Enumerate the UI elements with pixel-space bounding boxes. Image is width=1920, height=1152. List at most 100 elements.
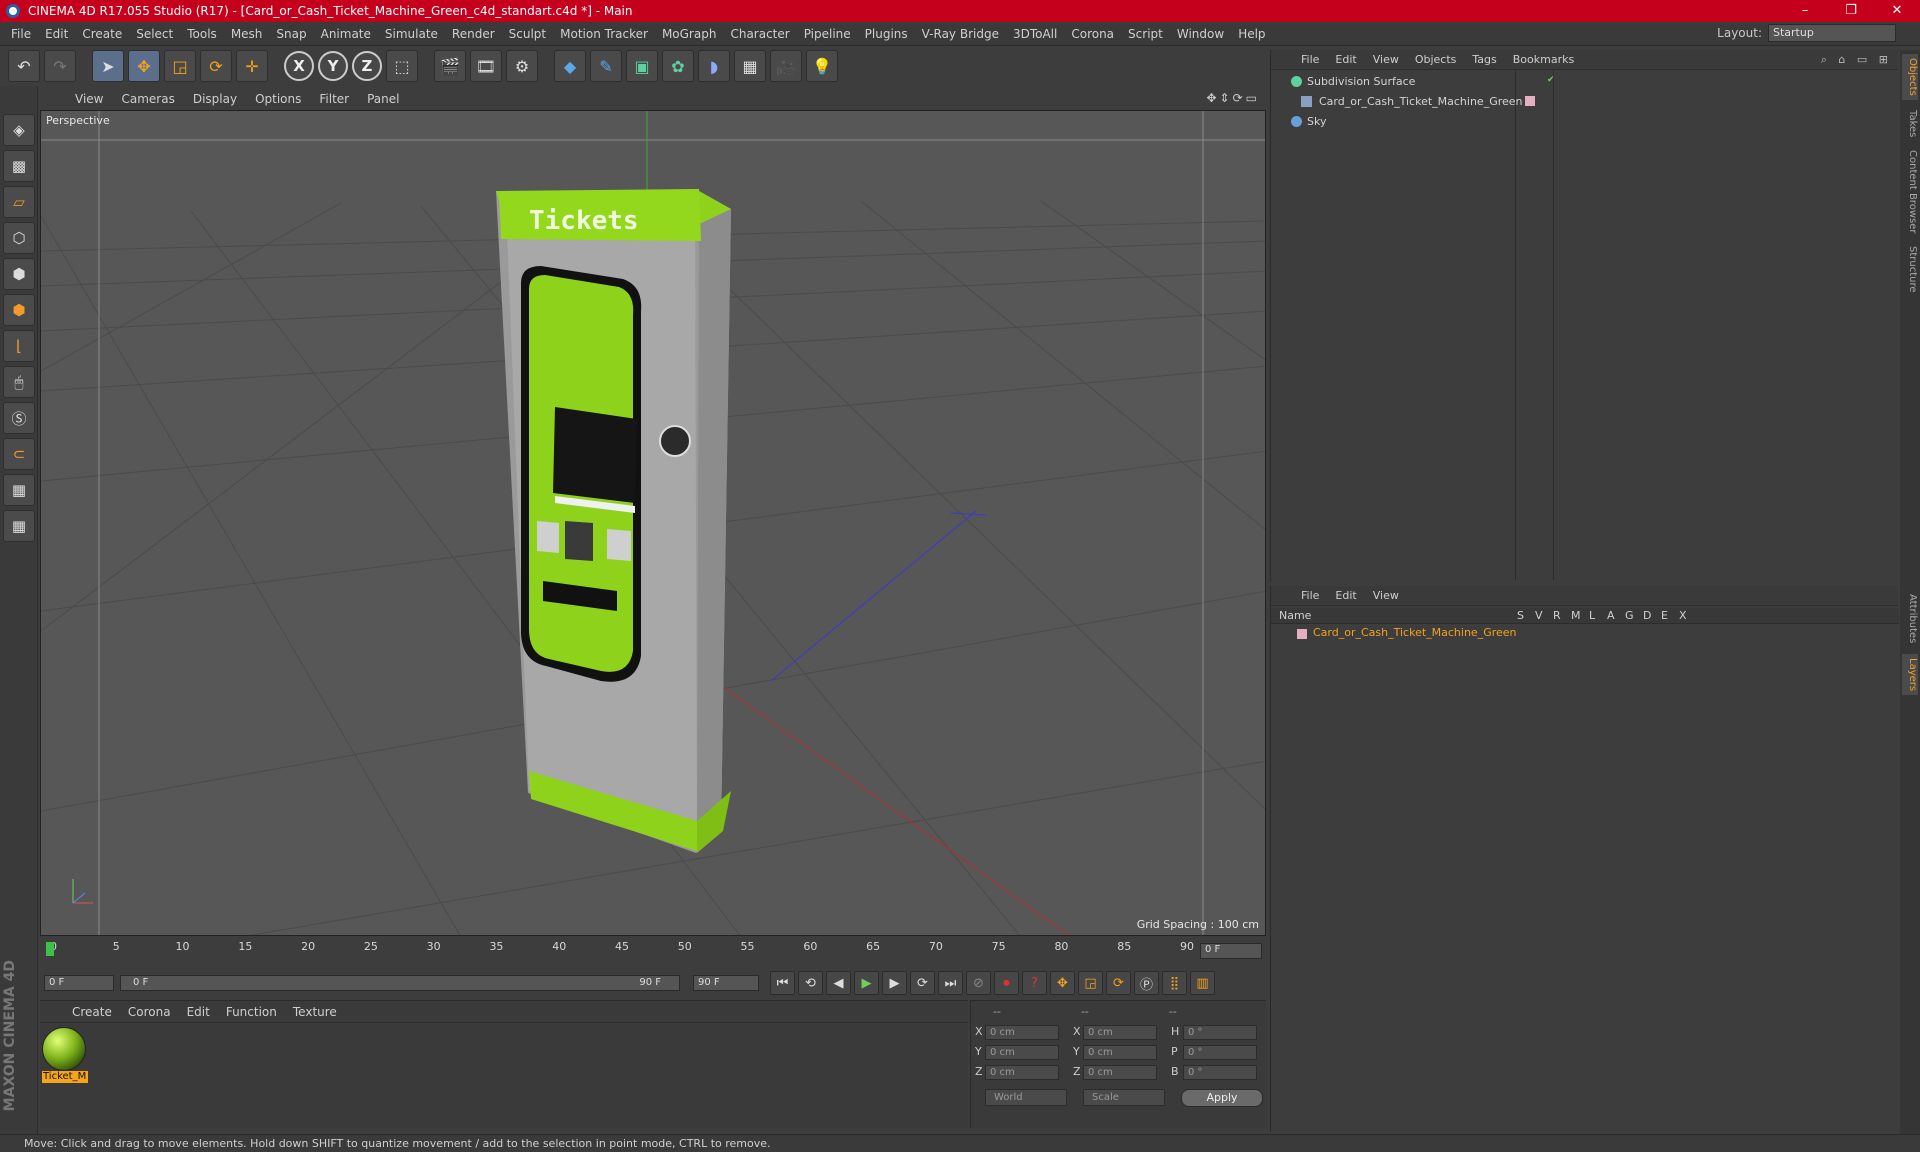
move-icon[interactable]: ✥ [128,50,160,82]
om-menu-edit[interactable]: Edit [1327,53,1364,66]
undo-icon[interactable]: ↶ [8,50,40,82]
next-frame-icon[interactable]: ▶ [882,971,907,995]
autokey-icon[interactable]: ? [1022,971,1047,995]
tweak-mode-icon[interactable]: 🖱 [3,366,35,398]
close-button[interactable]: ✕ [1874,0,1920,22]
go-to-next-key-icon[interactable]: ⟳ [910,971,935,995]
menu-mograph[interactable]: MoGraph [655,27,724,41]
go-to-end-icon[interactable]: ⏭ [938,971,963,995]
menu-help[interactable]: Help [1231,27,1272,41]
key-param-icon[interactable]: Ⓟ [1134,971,1159,995]
rotate-icon[interactable]: ⟳ [200,50,232,82]
menu-motion-tracker[interactable]: Motion Tracker [553,27,655,41]
om-menu-view[interactable]: View [1365,53,1407,66]
apply-button[interactable]: Apply [1181,1089,1263,1107]
material-menu-corona[interactable]: Corona [120,1005,179,1019]
texture-mode-icon[interactable]: ▩ [3,150,35,182]
menu-animate[interactable]: Animate [314,27,378,41]
y-axis-icon[interactable]: Y [318,51,348,81]
animation-snap-icon[interactable]: ▦ [3,510,35,542]
position-z-field[interactable]: 0 cm [985,1065,1059,1080]
viewport-navigation-icons[interactable]: ✥⇕⟳▭ [1206,91,1260,105]
key-scale-icon[interactable]: ◲ [1078,971,1103,995]
tab-takes[interactable]: Takes [1902,106,1918,141]
start-frame-field[interactable]: 0 F [44,975,114,991]
om-menu-objects[interactable]: Objects [1407,53,1465,66]
material-swatch[interactable]: Ticket_M [42,1027,88,1083]
subdivision-icon[interactable]: ▣ [626,50,658,82]
menu-create[interactable]: Create [75,27,129,41]
key-position-icon[interactable]: ✥ [1050,971,1075,995]
menu-window[interactable]: Window [1170,27,1231,41]
go-to-start-icon[interactable]: ⏮ [770,971,795,995]
menu-plugins[interactable]: Plugins [858,27,915,41]
lm-menu-file[interactable]: File [1293,589,1327,602]
z-axis-icon[interactable]: Z [352,51,382,81]
perspective-viewport[interactable]: Tickets Perspective Grid Spacing : 100 c… [40,110,1266,936]
position-y-field[interactable]: 0 cm [985,1045,1059,1060]
menu-sculpt[interactable]: Sculpt [502,27,553,41]
rotation-b-field[interactable]: 0 ° [1183,1065,1257,1080]
menu-corona[interactable]: Corona [1064,27,1121,41]
previous-frame-icon[interactable]: ◀ [826,971,851,995]
select-icon[interactable]: ➤ [92,50,124,82]
menu-pipeline[interactable]: Pipeline [797,27,858,41]
viewport-menu-panel[interactable]: Panel [358,92,408,106]
coordinate-mode-dropdown[interactable]: World [985,1089,1067,1106]
array-icon[interactable]: ✿ [662,50,694,82]
polygons-mode-icon[interactable]: ⬢ [3,294,35,326]
scale-icon[interactable]: ◲ [164,50,196,82]
x-axis-icon[interactable]: X [284,51,314,81]
menu-tools[interactable]: Tools [180,27,224,41]
points-mode-icon[interactable]: ⬡ [3,222,35,254]
viewport-menu-filter[interactable]: Filter [310,92,358,106]
tab-structure[interactable]: Structure [1902,242,1918,297]
layout-dropdown[interactable]: Startup [1768,24,1896,42]
end-frame-field[interactable]: 90 F [693,975,759,991]
play-icon[interactable]: ▶ [854,971,879,995]
camera-icon[interactable]: 🎥 [770,50,802,82]
viewport-menu-view[interactable]: View [66,92,112,106]
menu-snap[interactable]: Snap [269,27,313,41]
rotation-h-field[interactable]: 0 ° [1183,1025,1257,1040]
key-pla-icon[interactable]: ⣿ [1162,971,1187,995]
layer-color-swatch[interactable] [1297,629,1307,639]
playhead-marker[interactable] [46,942,54,956]
material-menu-create[interactable]: Create [64,1005,120,1019]
axis-mode-icon[interactable]: ⌊ [3,330,35,362]
om-menu-file[interactable]: File [1293,53,1327,66]
material-menu-edit[interactable]: Edit [179,1005,218,1019]
menu-mesh[interactable]: Mesh [224,27,270,41]
minimize-button[interactable]: – [1782,0,1828,22]
lm-menu-edit[interactable]: Edit [1327,589,1364,602]
pen-icon[interactable]: ✎ [590,50,622,82]
deformer-icon[interactable]: ◗ [698,50,730,82]
size-z-field[interactable]: 0 cm [1083,1065,1157,1080]
maximize-button[interactable]: ❐ [1828,0,1874,22]
solo-icon[interactable]: Ⓢ [3,402,35,434]
viewport-menu-cameras[interactable]: Cameras [112,92,183,106]
object-row-subdivision[interactable]: Subdivision Surface ✔ [1271,72,1899,91]
tab-content-browser[interactable]: Content Browser [1902,146,1918,237]
lm-menu-view[interactable]: View [1365,589,1407,602]
viewport-menu-options[interactable]: Options [246,92,310,106]
layer-tag-icon[interactable] [1525,96,1535,106]
object-row-sky[interactable]: Sky [1271,112,1899,131]
cube-icon[interactable]: ◆ [554,50,586,82]
om-search-icon[interactable]: ⌕ ⌂ ▭ ⊞ [1821,53,1892,67]
menu-3dtoall[interactable]: 3DToAll [1006,27,1064,41]
redo-icon[interactable]: ↷ [44,50,76,82]
menu-script[interactable]: Script [1121,27,1170,41]
edit-render-settings-icon[interactable]: ⚙ [506,50,538,82]
menu-file[interactable]: File [4,27,38,41]
timeline-ruler[interactable]: 051015202530354045505560657075808590 0 F [40,938,1266,966]
menu-select[interactable]: Select [129,27,180,41]
record-icon[interactable]: ⏺ [994,971,1019,995]
tab-objects[interactable]: Objects [1902,54,1918,100]
floor-icon[interactable]: ▦ [734,50,766,82]
keyframe-selection-icon[interactable]: ⊘ [966,971,991,995]
position-x-field[interactable]: 0 cm [985,1025,1059,1040]
size-x-field[interactable]: 0 cm [1083,1025,1157,1040]
go-to-previous-key-icon[interactable]: ⟲ [798,971,823,995]
om-menu-bookmarks[interactable]: Bookmarks [1505,53,1582,66]
